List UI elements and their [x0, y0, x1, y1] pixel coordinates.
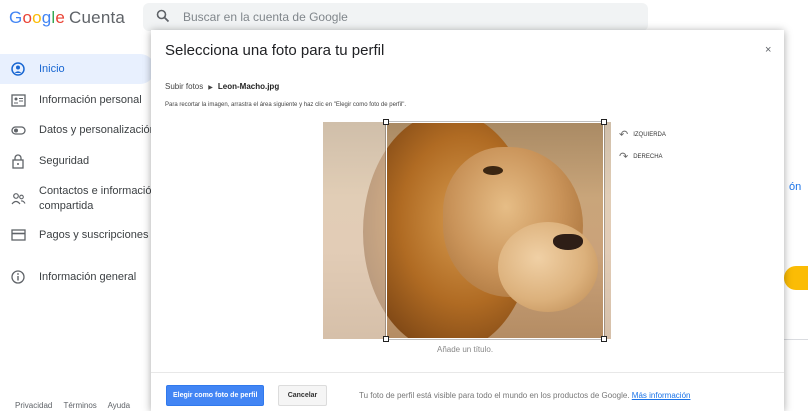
- set-profile-photo-button[interactable]: Elegir como foto de perfil: [166, 385, 265, 406]
- credit-card-icon: [10, 227, 26, 243]
- crop-outside-right: [603, 122, 611, 339]
- sidebar-item-label: Información general: [39, 271, 137, 283]
- id-card-icon: [10, 92, 26, 108]
- info-icon: [10, 269, 26, 285]
- sidebar-item-pagos[interactable]: Pagos y suscripciones: [0, 223, 155, 247]
- logo-cuenta: Cuenta: [69, 8, 126, 27]
- rotate-left-icon: ↶: [619, 129, 629, 141]
- sidebar-item-label: Datos y personalización: [39, 124, 156, 136]
- home-icon: [10, 61, 26, 77]
- footer-note-text: Tu foto de perfil está visible para todo…: [359, 391, 630, 400]
- chevron-right-icon: ▶: [208, 85, 213, 91]
- sidebar-item-label: Pagos y suscripciones: [39, 229, 149, 241]
- breadcrumb: Subir fotos ▶ Leon-Macho.jpg: [165, 82, 279, 91]
- crop-handle-top-left[interactable]: [383, 119, 389, 125]
- search-icon[interactable]: [156, 9, 170, 28]
- sidebar-item-label: Inicio: [39, 63, 65, 75]
- crop-instructions: Para recortar la imagen, arrastra el áre…: [165, 102, 407, 108]
- learn-more-link[interactable]: Más información: [632, 391, 691, 400]
- sidebar-item-label: Seguridad: [39, 155, 90, 167]
- toggle-icon: [10, 122, 26, 138]
- rotate-left-label: IZQUIERDA: [633, 131, 666, 138]
- profile-photo-dialog: Selecciona una foto para tu perfil × Sub…: [151, 30, 784, 411]
- rotate-right-label: DERECHA: [633, 153, 663, 160]
- logo-letter: G: [9, 8, 23, 27]
- sidebar-item-label-line2: compartida: [39, 200, 94, 212]
- footer-note: Tu foto de perfil está visible para todo…: [359, 391, 690, 400]
- close-icon[interactable]: ×: [765, 44, 771, 56]
- help-link[interactable]: Ayuda: [108, 401, 131, 410]
- crop-handle-bottom-right[interactable]: [601, 336, 607, 342]
- logo-letter: o: [32, 8, 42, 27]
- rotate-right-button[interactable]: ↷ DERECHA: [619, 150, 663, 163]
- caption-field[interactable]: Añade un título.: [437, 345, 493, 354]
- dialog-title: Selecciona una foto para tu perfil: [165, 42, 385, 59]
- dialog-footer: Elegir como foto de perfil Cancelar Tu f…: [151, 372, 784, 411]
- logo-letter: e: [55, 8, 66, 27]
- people-icon: [10, 191, 26, 207]
- sidebar-item-datos[interactable]: Datos y personalización: [0, 118, 156, 142]
- background-avatar-fragment: [784, 266, 808, 290]
- sidebar-item-informacion-personal[interactable]: Información personal: [0, 88, 155, 112]
- footer-links: Privacidad Términos Ayuda: [15, 401, 139, 410]
- breadcrumb-file: Leon-Macho.jpg: [217, 82, 280, 91]
- lock-icon: [10, 153, 26, 169]
- crop-area[interactable]: [385, 121, 605, 340]
- sidebar-item-info-general[interactable]: Información general: [0, 265, 155, 289]
- logo-letter: o: [22, 8, 33, 27]
- sidebar-item-label: Contactos e información: [39, 185, 158, 197]
- crop-outside-left: [323, 122, 386, 339]
- rotate-left-button[interactable]: ↶ IZQUIERDA: [619, 128, 666, 141]
- rotate-right-icon: ↷: [619, 151, 629, 163]
- crop-handle-bottom-left[interactable]: [383, 336, 389, 342]
- breadcrumb-upload[interactable]: Subir fotos: [165, 82, 203, 91]
- crop-handle-top-right[interactable]: [601, 119, 607, 125]
- logo-letter: g: [41, 8, 52, 27]
- search-placeholder: Buscar en la cuenta de Google: [183, 10, 348, 24]
- sidebar-item-label: Información personal: [39, 94, 142, 106]
- terms-link[interactable]: Términos: [63, 401, 96, 410]
- privacy-link[interactable]: Privacidad: [15, 401, 52, 410]
- cancel-button[interactable]: Cancelar: [278, 385, 327, 406]
- background-link-fragment: ón: [789, 181, 802, 193]
- google-cuenta-logo[interactable]: Google Cuenta: [9, 8, 125, 28]
- sidebar-item-inicio[interactable]: Inicio: [0, 54, 155, 84]
- sidebar-item-contactos[interactable]: Contactos e información compartida: [0, 182, 158, 216]
- search-bar[interactable]: Buscar en la cuenta de Google: [143, 3, 648, 31]
- sidebar-item-seguridad[interactable]: Seguridad: [0, 149, 155, 173]
